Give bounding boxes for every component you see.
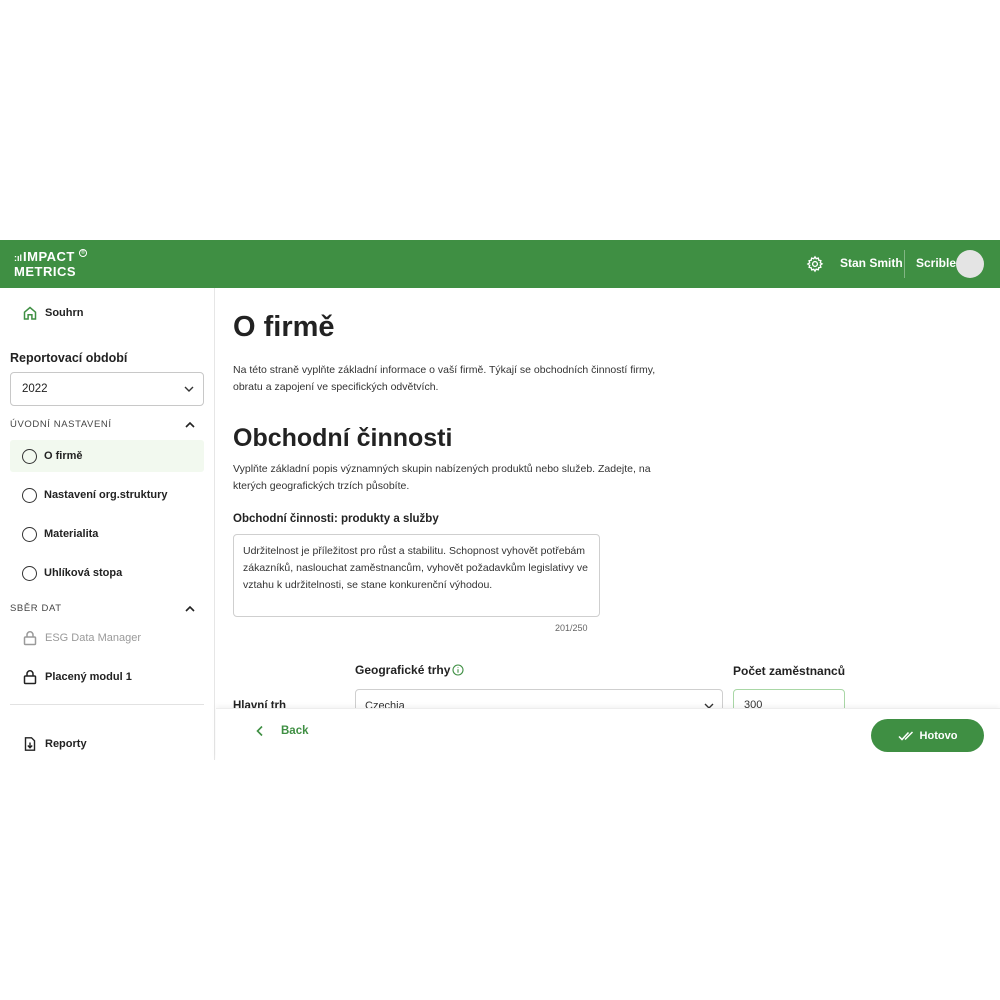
logo-text-top: IMPACT [23, 249, 75, 264]
footer-bar: Back Hotovo [216, 708, 1000, 760]
home-icon [23, 306, 37, 320]
done-button[interactable]: Hotovo [871, 719, 984, 752]
chevron-down-icon [704, 703, 714, 708]
sidebar-item-label: O firmě [44, 450, 83, 462]
sidebar-item-label: Nastavení org.struktury [44, 489, 168, 501]
page-intro: Na této straně vyplňte základní informac… [233, 364, 656, 393]
back-label: Back [281, 725, 309, 737]
sidebar-item-label: Placený modul 1 [45, 671, 132, 683]
avatar[interactable] [956, 250, 984, 278]
sidebar-item-carbon-footprint[interactable]: Uhlíková stopa [10, 557, 204, 589]
sidebar-item-overview[interactable]: Souhrn [10, 297, 204, 329]
sidebar-item-label: Souhrn [45, 307, 84, 319]
company-name[interactable]: Scrible [916, 256, 956, 270]
status-circle-icon [22, 487, 37, 503]
impact-metrics-logo[interactable]: :ılIMPACT METRICS ® [14, 249, 94, 281]
period-select[interactable]: 2022 [10, 372, 204, 406]
employee-count-label: Počet zaměstnanců [733, 664, 846, 678]
sidebar-item-label: Uhlíková stopa [44, 567, 123, 579]
lock-icon [23, 670, 37, 685]
double-check-icon [898, 730, 913, 741]
chevron-up-icon[interactable] [184, 419, 196, 431]
section-description: Vyplňte základní popis významných skupin… [233, 463, 651, 492]
char-counter: 201/250 [555, 623, 588, 633]
sidebar-item-esg-data-manager[interactable]: ESG Data Manager [10, 622, 204, 654]
app-window: :ılIMPACT METRICS ® Stan Smith Scrible S… [0, 240, 1000, 760]
sidebar-divider [10, 704, 204, 705]
activities-textarea[interactable]: Udržitelnost je příležitost pro růst a s… [233, 534, 600, 617]
sidebar-item-label: Reporty [45, 738, 87, 750]
chevron-left-icon [256, 725, 263, 737]
logo-dots: :ıl [14, 253, 22, 263]
period-value: 2022 [22, 383, 48, 395]
top-bar: :ılIMPACT METRICS ® Stan Smith Scrible [0, 240, 1000, 288]
info-icon[interactable] [452, 664, 464, 676]
sidebar-item-org-structure[interactable]: Nastavení org.struktury [10, 479, 204, 511]
header-divider [904, 250, 905, 278]
section-title: Obchodní činnosti [233, 424, 453, 452]
done-label: Hotovo [919, 729, 958, 742]
sidebar-item-reports[interactable]: Reporty [10, 728, 204, 760]
registered-mark: ® [79, 249, 87, 257]
status-circle-icon [22, 448, 37, 464]
status-circle-icon [22, 565, 37, 581]
logo-text-bottom: METRICS [14, 264, 76, 279]
report-download-icon [24, 737, 36, 751]
chevron-down-icon [184, 386, 194, 392]
sidebar-item-label: ESG Data Manager [45, 632, 141, 644]
geo-market-value: Czechia [365, 700, 405, 708]
geo-markets-label: Geografické trhy [355, 663, 451, 677]
period-label: Reportovací období [10, 351, 128, 365]
gear-icon[interactable] [806, 255, 824, 273]
user-name[interactable]: Stan Smith [840, 256, 903, 270]
geo-market-select[interactable]: Czechia [355, 689, 723, 708]
lock-icon [23, 631, 37, 646]
sidebar-item-about-company[interactable]: O firmě [10, 440, 204, 472]
employee-count-input[interactable]: 300 [733, 689, 845, 708]
sidebar-item-paid-module[interactable]: Placený modul 1 [10, 661, 204, 693]
section-title-setup: ÚVODNÍ NASTAVENÍ [10, 419, 112, 430]
back-button[interactable]: Back [256, 725, 309, 737]
sidebar-item-label: Materialita [44, 528, 99, 540]
status-circle-icon [22, 526, 37, 542]
page-title: O firmě [233, 311, 335, 343]
sidebar: Souhrn Reportovací období 2022 ÚVODNÍ NA… [0, 288, 215, 760]
sidebar-item-materiality[interactable]: Materialita [10, 518, 204, 550]
activities-label: Obchodní činnosti: produkty a služby [233, 513, 439, 525]
chevron-up-icon[interactable] [184, 603, 196, 615]
main-market-label: Hlavní trh [233, 700, 287, 708]
main-content: O firmě Na této straně vyplňte základní … [216, 288, 1000, 708]
section-title-data: SBĚR DAT [10, 603, 62, 614]
